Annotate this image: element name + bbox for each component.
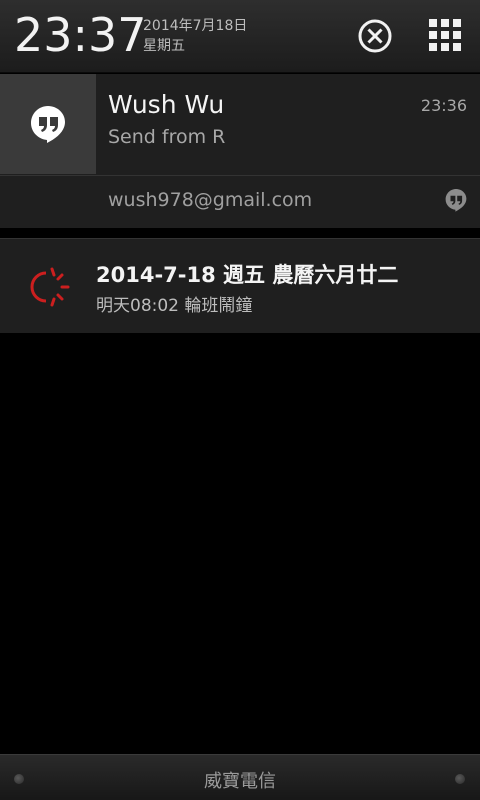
shade-header: 23:37 2014年7月18日 星期五 xyxy=(0,0,480,73)
notification-text: Send from R xyxy=(108,126,226,148)
notification-time: 23:36 xyxy=(420,96,467,115)
quick-settings-grid-icon xyxy=(429,19,461,51)
right-handle-dot-icon xyxy=(455,774,465,784)
shade-bottom-bar[interactable]: 威寶電信 xyxy=(0,754,480,800)
hangouts-small-icon xyxy=(445,189,467,212)
notification-shade: 23:37 2014年7月18日 星期五 Wush Wu 23:36 Send … xyxy=(0,0,480,800)
date-text: 2014年7月18日 xyxy=(143,18,248,34)
date-block: 2014年7月18日 星期五 xyxy=(143,16,247,56)
alarm-sun-moon-icon xyxy=(30,267,70,307)
hangouts-icon xyxy=(31,106,65,143)
quick-settings-button[interactable] xyxy=(428,18,462,52)
notification-account: wush978@gmail.com xyxy=(108,189,313,211)
clear-all-button[interactable] xyxy=(356,17,394,55)
carrier-label: 威寶電信 xyxy=(204,771,276,792)
alarm-notification[interactable]: 2014-7-18 週五 農曆六月廿二 明天08:02 輪班鬧鐘 xyxy=(0,238,480,333)
notification-divider xyxy=(0,175,480,176)
alarm-title: 2014-7-18 週五 農曆六月廿二 xyxy=(96,263,399,287)
clear-all-icon xyxy=(358,19,392,53)
weekday-text: 星期五 xyxy=(143,38,185,54)
clock-time: 23:37 xyxy=(14,8,147,62)
notification-title: Wush Wu xyxy=(108,90,225,119)
hangouts-notification[interactable]: Wush Wu 23:36 Send from R wush978@gmail.… xyxy=(0,74,480,228)
alarm-text: 明天08:02 輪班鬧鐘 xyxy=(96,296,253,316)
notification-app-icon-box xyxy=(0,74,96,174)
